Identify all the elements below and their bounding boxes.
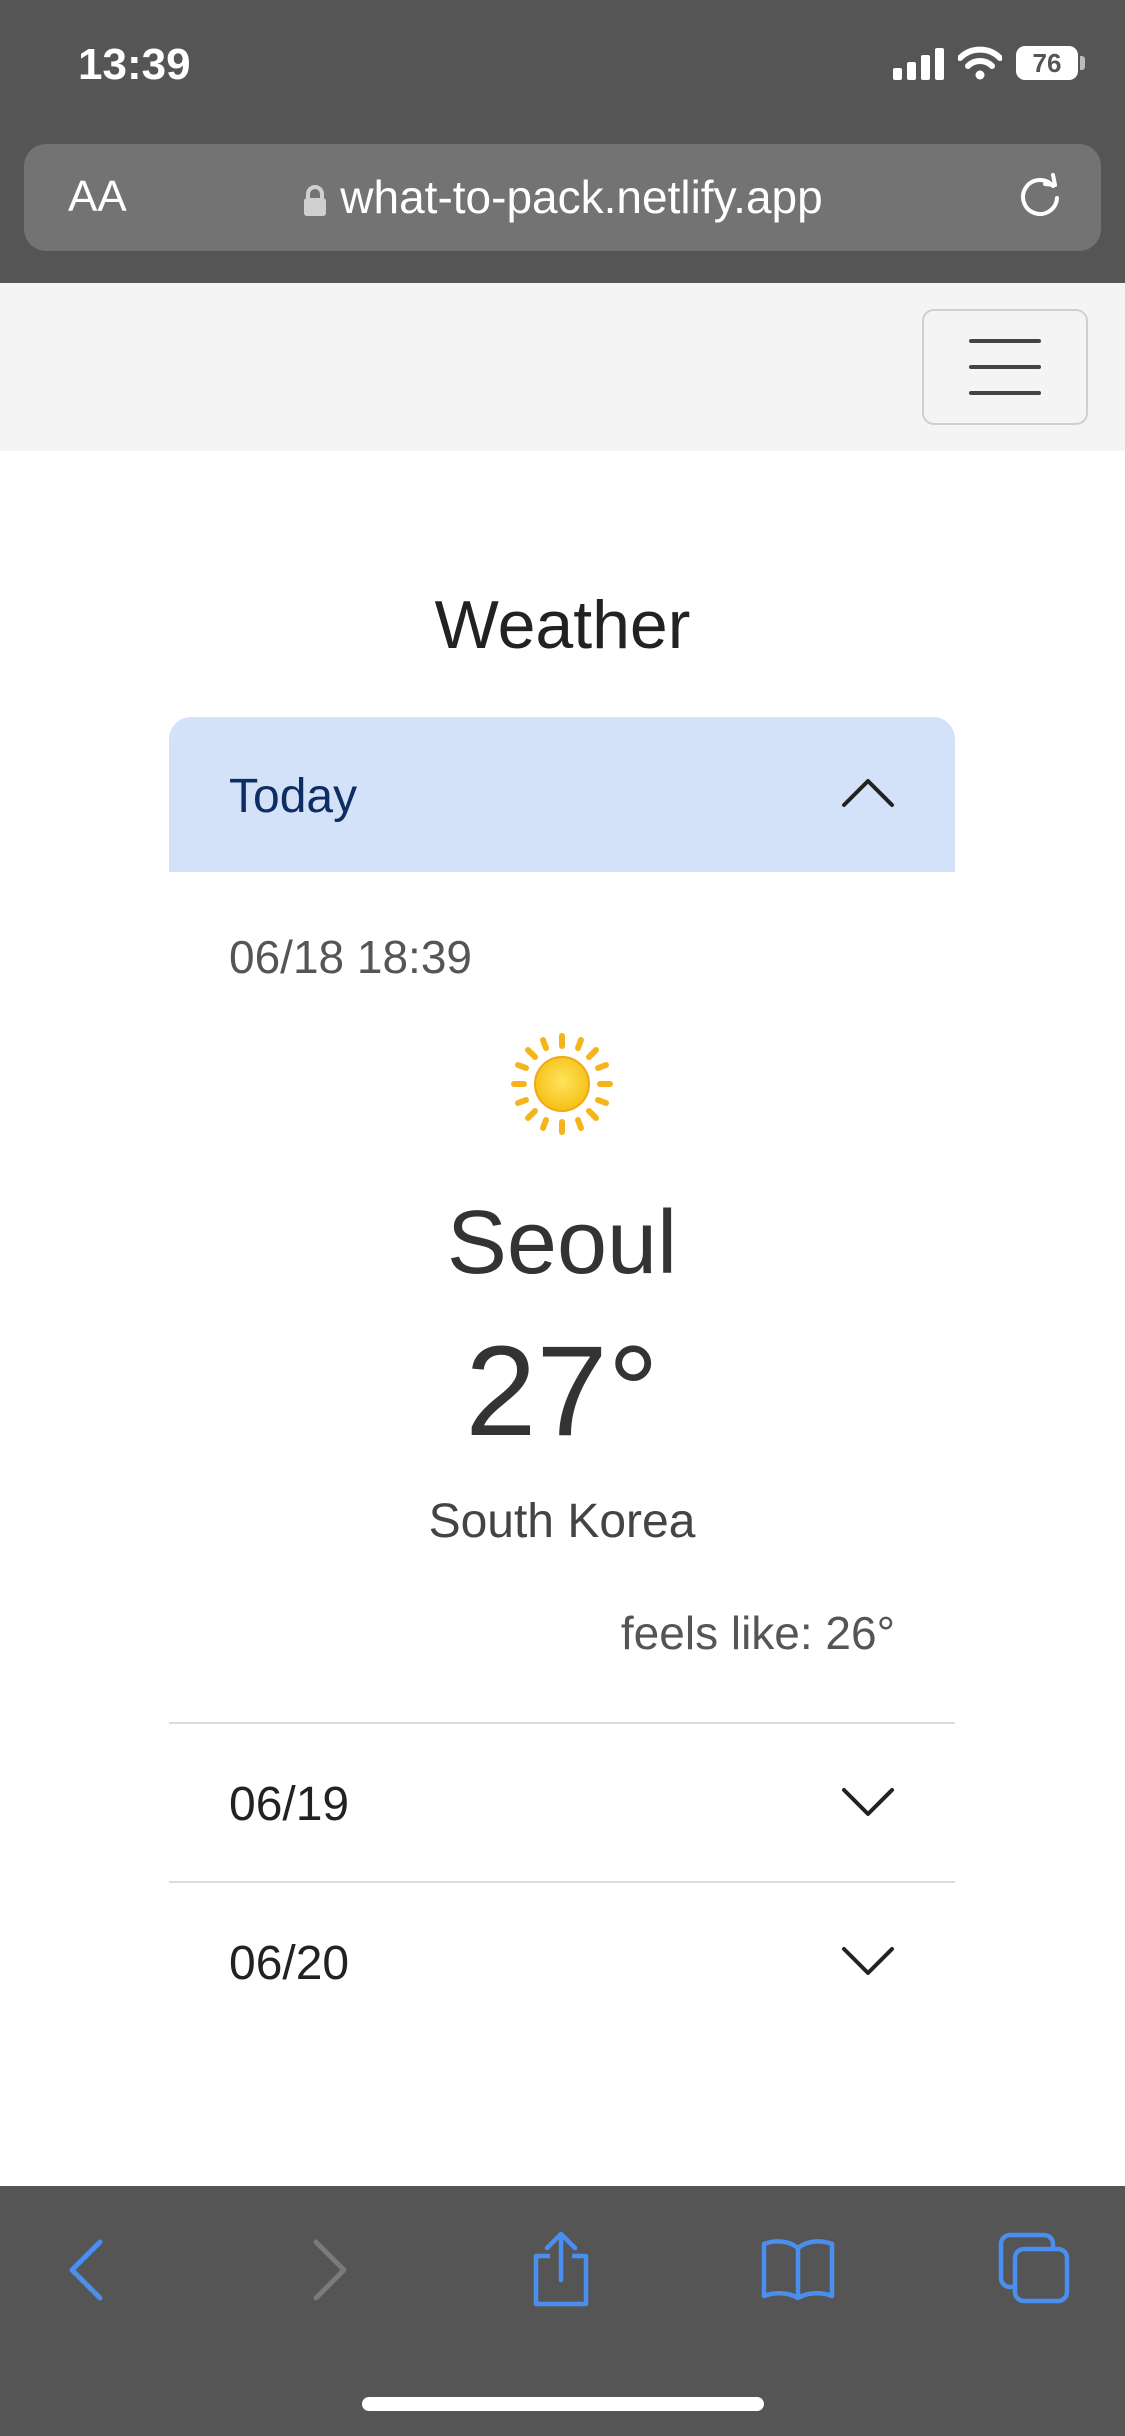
back-icon[interactable] <box>66 2238 106 2302</box>
chevron-up-icon <box>842 779 894 807</box>
temperature: 27° <box>465 1320 659 1463</box>
accordion-body-today: 06/18 18:39 Seoul 27° South Korea feels … <box>169 872 955 1722</box>
chevron-down-icon <box>842 1788 894 1816</box>
menu-bar-icon <box>969 391 1041 395</box>
address-bar[interactable]: AA what-to-pack.netlify.app <box>24 144 1101 251</box>
country-name: South Korea <box>428 1495 696 1548</box>
hamburger-menu-button[interactable] <box>922 309 1088 425</box>
city-name: Seoul <box>446 1193 678 1293</box>
menu-bar-icon <box>969 365 1041 369</box>
wifi-icon <box>958 46 1002 80</box>
browser-top-chrome: 13:39 76 AA what-to-pack.netlify.app <box>0 0 1125 283</box>
forward-icon[interactable] <box>310 2238 350 2302</box>
chevron-down-icon <box>842 1947 894 1975</box>
weather-datetime: 06/18 18:39 <box>229 931 473 983</box>
feels-like: feels like: 26° <box>620 1607 895 1659</box>
sun-icon <box>511 1033 613 1135</box>
status-time: 13:39 <box>78 40 191 89</box>
battery-icon: 76 <box>1016 46 1085 80</box>
accordion-label-day: 06/20 <box>229 1937 350 1990</box>
battery-level: 76 <box>1032 47 1062 78</box>
menu-bar-icon <box>969 339 1041 343</box>
accordion-label-today: Today <box>229 770 358 823</box>
reload-icon[interactable] <box>1015 172 1065 222</box>
url-field[interactable]: what-to-pack.netlify.app <box>24 170 1101 224</box>
accordion-label-day: 06/19 <box>229 1778 350 1831</box>
site-navbar <box>0 283 1125 451</box>
share-icon[interactable] <box>530 2230 592 2308</box>
accordion-header-today[interactable]: Today <box>169 717 955 872</box>
bookmarks-icon[interactable] <box>760 2236 836 2302</box>
home-indicator <box>362 2397 764 2411</box>
tabs-icon[interactable] <box>998 2232 1070 2304</box>
url-text: what-to-pack.netlify.app <box>340 171 823 223</box>
accordion-header-day[interactable]: 06/20 <box>169 1881 955 2041</box>
lock-icon <box>304 184 327 216</box>
status-icons: 76 <box>893 46 1085 80</box>
accordion-header-day[interactable]: 06/19 <box>169 1722 955 1882</box>
cellular-signal-icon <box>893 46 944 80</box>
page-title: Weather <box>434 587 691 663</box>
